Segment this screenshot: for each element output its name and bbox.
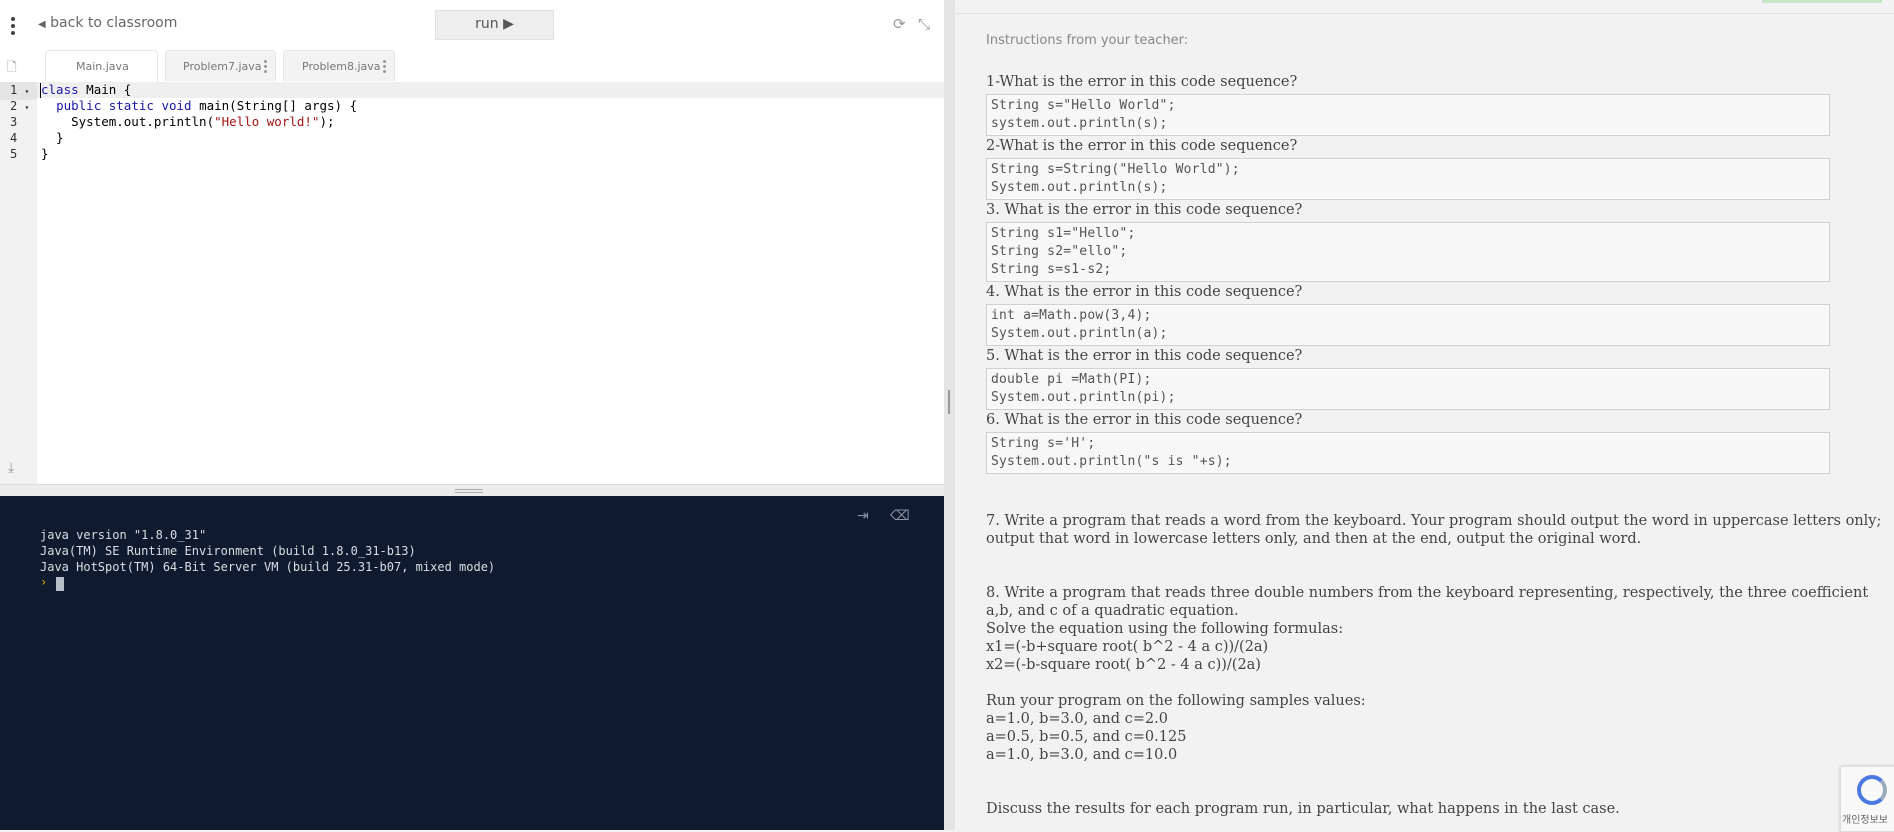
code-editor[interactable] <box>37 82 944 484</box>
code-line: System.out.println(a); <box>991 326 1168 341</box>
code-line: String s1="Hello"; <box>991 226 1136 241</box>
tab-label: Problem7.java <box>183 60 262 73</box>
terminal-console[interactable]: ⇥ ⌫ java version "1.8.0_31" Java(TM) SE … <box>0 496 944 830</box>
refresh-icon[interactable]: ⟳ <box>893 15 906 33</box>
question-7: 7. Write a program that reads a word fro… <box>986 512 1881 548</box>
question-title: 2-What is the error in this code sequenc… <box>986 138 1298 154</box>
fullscreen-icon[interactable]: ⤡ <box>918 15 930 33</box>
code-block: String s='H'; System.out.println("s is "… <box>986 432 1830 474</box>
code-line[interactable]: System.out.println("Hello world!"); <box>41 114 334 130</box>
code-line[interactable]: class Main { <box>41 82 131 98</box>
ide-pane: ◀ back to classroom run ▶ ⟳ ⤡ 🗋 Main.jav… <box>0 0 944 830</box>
tab-label: Problem8.java <box>302 60 381 73</box>
tab-problem8-java[interactable]: Problem8.java <box>283 50 395 81</box>
chevron-left-icon: ◀ <box>38 19 46 30</box>
paragraph-line: a=1.0, b=3.0, and c=2.0 <box>986 711 1168 727</box>
paragraph-line: x1=(-b+square root( b^2 - 4 a c))/(2a) <box>986 639 1269 655</box>
code-line: system.out.println(s); <box>991 116 1168 131</box>
instructions-pane: Instructions from your teacher: 1-What i… <box>955 0 1894 830</box>
code-line: String s="Hello World"; <box>991 98 1176 113</box>
paragraph-line: a,b, and c of a quadratic equation. <box>986 603 1239 619</box>
clear-console-icon[interactable]: ⌫ <box>890 508 910 524</box>
run-button[interactable]: run ▶ <box>435 10 554 40</box>
back-to-classroom-link[interactable]: ◀ back to classroom <box>38 15 177 31</box>
toolbar: ◀ back to classroom run ▶ ⟳ ⤡ <box>0 0 944 48</box>
question-8: 8. Write a program that reads three doub… <box>986 584 1868 674</box>
code-block: double pi =Math(PI); System.out.println(… <box>986 368 1830 410</box>
play-icon: ▶ <box>503 16 514 32</box>
paragraph-line: Run your program on the following sample… <box>986 693 1366 709</box>
enter-console-icon[interactable]: ⇥ <box>857 508 869 524</box>
sample-values: Run your program on the following sample… <box>986 692 1366 764</box>
new-file-icon[interactable]: 🗋 <box>7 58 19 74</box>
code-block: String s="Hello World"; system.out.print… <box>986 94 1830 136</box>
paragraph-line: 8. Write a program that reads three doub… <box>986 585 1869 601</box>
line-number: 5 <box>10 147 18 161</box>
paragraph-line: Solve the equation using the following f… <box>986 621 1344 637</box>
code-block: String s1="Hello"; String s2="ello"; Str… <box>986 222 1830 282</box>
tab-label: Main.java <box>76 60 129 73</box>
download-icon[interactable]: ⤓ <box>8 460 14 476</box>
line-number: 4 <box>10 131 18 145</box>
back-label: back to classroom <box>50 15 178 31</box>
code-line: double pi =Math(PI); <box>991 372 1152 387</box>
recaptcha-logo-icon <box>1857 775 1887 805</box>
code-line: System.out.println(pi); <box>991 390 1176 405</box>
code-line: String s=String("Hello World"); <box>991 162 1240 177</box>
divider <box>955 13 1894 14</box>
paragraph-line: a=1.0, b=3.0, and c=10.0 <box>986 747 1178 763</box>
code-line: int a=Math.pow(3,4); <box>991 308 1152 323</box>
kebab-menu-icon[interactable] <box>8 14 18 35</box>
code-line: System.out.println("s is "+s); <box>991 454 1232 469</box>
paragraph-line: 7. Write a program that reads a word fro… <box>986 513 1882 529</box>
instructions-header: Instructions from your teacher: <box>986 33 1189 48</box>
paragraph-line: output that word in lowercase letters on… <box>986 531 1642 547</box>
question-title: 4. What is the error in this code sequen… <box>986 284 1303 300</box>
question-title: 3. What is the error in this code sequen… <box>986 202 1303 218</box>
code-line[interactable]: } <box>41 146 49 162</box>
active-line-highlight <box>37 82 944 98</box>
terminal-line: Java HotSpot(TM) 64-Bit Server VM (build… <box>40 560 496 574</box>
status-strip <box>1762 0 1882 3</box>
discuss-line: Discuss the results for each program run… <box>986 801 1620 817</box>
line-number: 3 <box>10 115 18 129</box>
terminal-prompt: › <box>40 575 48 589</box>
tab-problem7-java[interactable]: Problem7.java <box>165 50 276 81</box>
code-block: String s=String("Hello World"); System.o… <box>986 158 1830 200</box>
vertical-splitter[interactable] <box>944 0 955 830</box>
code-line: String s='H'; <box>991 436 1096 451</box>
code-line: String s=s1-s2; <box>991 262 1112 277</box>
tab-main-java[interactable]: Main.java <box>45 50 158 83</box>
run-label: run <box>475 16 499 32</box>
question-title: 1-What is the error in this code sequenc… <box>986 74 1298 90</box>
terminal-line: java version "1.8.0_31" <box>40 528 207 542</box>
recaptcha-label: 개인정보보 <box>1842 815 1888 826</box>
question-title: 5. What is the error in this code sequen… <box>986 348 1303 364</box>
paragraph-line: a=0.5, b=0.5, and c=0.125 <box>986 729 1187 745</box>
code-line[interactable]: } <box>41 130 64 146</box>
tab-menu-icon[interactable] <box>383 60 386 75</box>
question-title: 6. What is the error in this code sequen… <box>986 412 1303 428</box>
text-cursor <box>40 83 41 98</box>
code-block: int a=Math.pow(3,4); System.out.println(… <box>986 304 1830 346</box>
terminal-line: Java(TM) SE Runtime Environment (build 1… <box>40 544 416 558</box>
code-line: String s2="ello"; <box>991 244 1128 259</box>
paragraph-line: x2=(-b-square root( b^2 - 4 a c))/(2a) <box>986 657 1261 673</box>
tab-menu-icon[interactable] <box>264 60 267 75</box>
code-line[interactable]: public static void main(String[] args) { <box>41 98 357 114</box>
terminal-cursor <box>56 577 64 591</box>
recaptcha-badge[interactable]: 개인정보보 <box>1840 766 1894 832</box>
code-line: System.out.println(s); <box>991 180 1168 195</box>
